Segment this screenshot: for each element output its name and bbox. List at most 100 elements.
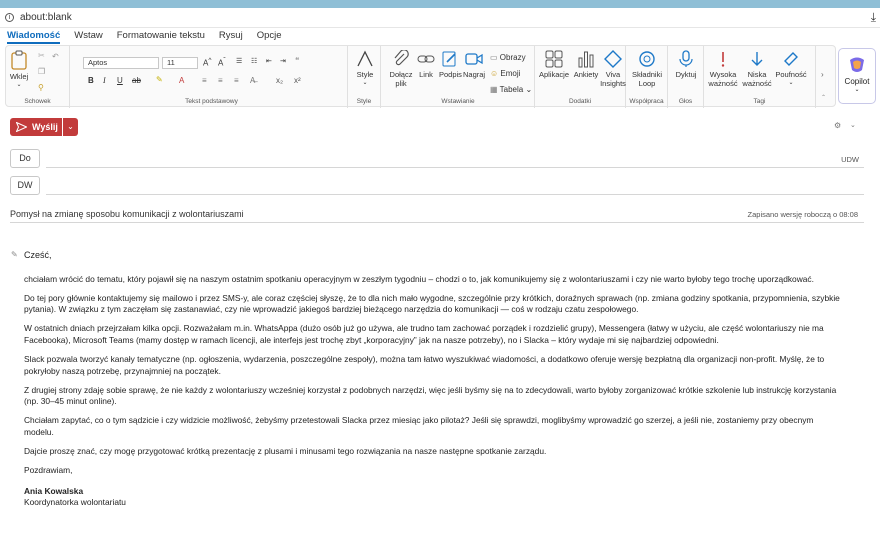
- to-input[interactable]: [46, 150, 826, 166]
- tab-rysuj[interactable]: Rysuj: [219, 28, 243, 44]
- quote-icon[interactable]: ❝: [295, 56, 299, 65]
- highlight-icon[interactable]: ✎: [156, 75, 163, 84]
- align-left-icon[interactable]: ≡: [202, 76, 207, 85]
- numbering-icon[interactable]: ☷: [251, 57, 257, 65]
- style-button[interactable]: Style ⌄: [351, 50, 379, 88]
- polls-label: Ankiety: [573, 70, 599, 79]
- table-label: Tabela: [499, 85, 524, 94]
- style-icon: [357, 50, 373, 67]
- paragraph-2: Do tej pory głównie kontaktujemy się mai…: [24, 292, 840, 315]
- indent-icon[interactable]: ⇥: [280, 57, 286, 65]
- paperclip-icon: [394, 50, 409, 66]
- window-titlebar: [0, 0, 880, 8]
- exclamation-icon: [721, 52, 725, 67]
- sensitivity-status-icon[interactable]: ⚙: [834, 121, 841, 130]
- clear-format-icon[interactable]: A̶: [250, 76, 255, 85]
- signature-role: Koordynatorka wolontariatu: [24, 497, 126, 508]
- font-color-icon[interactable]: A: [179, 76, 184, 85]
- viva-button[interactable]: Viva Insights: [600, 50, 626, 88]
- paste-label: Wklej: [9, 72, 29, 81]
- font-name-select[interactable]: Aptos: [83, 57, 159, 69]
- ribbon-collapse-icon[interactable]: ⌃: [821, 94, 826, 101]
- tab-opcje[interactable]: Opcje: [257, 28, 282, 44]
- shrink-font-icon[interactable]: Aˇ: [218, 57, 226, 68]
- link-label: Link: [419, 70, 433, 79]
- strikethrough-icon[interactable]: ab: [132, 76, 141, 85]
- loop-icon: [639, 51, 655, 67]
- ribbon: Wklej ⌄ ✂ ↶ ❐ ⚲ Schowek Aptos 11 A^ Aˇ ☰…: [5, 45, 836, 108]
- sensitivity-button[interactable]: Poufność ⌄: [774, 50, 808, 88]
- superscript-icon[interactable]: x²: [294, 76, 301, 85]
- record-button[interactable]: Nagraj: [463, 50, 485, 79]
- apps-button[interactable]: Aplikacje: [538, 50, 570, 79]
- chevron-down-icon[interactable]: ⌄: [850, 121, 856, 129]
- copilot-label: Copilot: [844, 77, 870, 86]
- ai-assist-icon[interactable]: ✎: [11, 250, 18, 259]
- chevron-down-icon: ⌄: [854, 87, 860, 93]
- link-button[interactable]: Link: [416, 50, 436, 79]
- bullets-icon[interactable]: ☰: [236, 57, 242, 65]
- outdent-icon[interactable]: ⇤: [266, 57, 272, 65]
- dictate-button[interactable]: Dyktuj: [672, 50, 700, 79]
- addins-group-label: Dodatki: [568, 98, 592, 105]
- font-size-select[interactable]: 11: [162, 57, 198, 69]
- align-center-icon[interactable]: ≡: [218, 76, 223, 85]
- viva-label: Viva: [605, 70, 621, 79]
- bold-icon[interactable]: B: [88, 76, 94, 85]
- table-button[interactable]: ▦ Tabela ⌄: [490, 85, 532, 94]
- bcc-button[interactable]: UDW: [841, 155, 859, 164]
- subject-input[interactable]: Pomysł na zmianę sposobu komunikacji z w…: [10, 209, 244, 219]
- copilot-icon: [850, 57, 864, 72]
- copy-icon[interactable]: ❐: [38, 67, 45, 76]
- send-options-button[interactable]: ⌄: [63, 118, 78, 136]
- align-right-icon[interactable]: ≡: [234, 76, 239, 85]
- cut-icon[interactable]: ✂: [38, 51, 45, 60]
- paste-button[interactable]: Wklej ⌄: [8, 50, 30, 90]
- group-style: Style ⌄ Style: [348, 46, 381, 108]
- link-icon: [417, 55, 435, 63]
- to-button[interactable]: Do: [10, 149, 40, 168]
- paste-icon: [11, 50, 27, 70]
- compose-window: i about:blank ⤓ Wiadomość Wstaw Formatow…: [0, 0, 880, 540]
- group-tags: Wysoka ważność Niska ważność Poufność ⌄ …: [704, 46, 816, 108]
- address-url[interactable]: about:blank: [20, 12, 72, 23]
- attach-button[interactable]: Dołącz plik: [388, 50, 414, 88]
- send-label: Wyślij: [32, 122, 58, 132]
- cc-button[interactable]: DW: [10, 176, 40, 195]
- collab-group-label: Współpraca: [629, 98, 664, 105]
- tab-wiadomosc[interactable]: Wiadomość: [7, 28, 61, 44]
- tab-wstaw[interactable]: Wstaw: [74, 28, 103, 44]
- images-label: Obrazy: [499, 53, 526, 62]
- copilot-button[interactable]: Copilot ⌄: [838, 48, 876, 104]
- emoji-button[interactable]: ☺ Emoji: [490, 69, 520, 78]
- tab-formatowanie[interactable]: Formatowanie tekstu: [117, 28, 205, 44]
- cc-input[interactable]: [46, 177, 856, 193]
- send-button[interactable]: Wyślij: [10, 118, 62, 136]
- message-body[interactable]: Cześć, chciałam wrócić do tematu, który …: [24, 250, 844, 509]
- download-icon[interactable]: ⤓: [871, 10, 876, 25]
- info-icon[interactable]: i: [5, 13, 14, 22]
- send-icon: [16, 122, 27, 132]
- arrow-down-icon: [751, 52, 763, 66]
- cc-field-underline: [46, 194, 864, 195]
- to-field-underline: [46, 167, 864, 168]
- images-button[interactable]: ▭ Obrazy: [490, 53, 526, 62]
- low-importance-button[interactable]: Niska ważność: [742, 50, 772, 88]
- polls-button[interactable]: Ankiety: [573, 50, 599, 79]
- chevron-down-icon: ⌄: [16, 82, 22, 88]
- ribbon-scroll-right-icon[interactable]: ›: [821, 70, 824, 79]
- paragraph-5: Z drugiej strony zdaję sobie sprawę, że …: [24, 384, 837, 407]
- high-importance-button[interactable]: Wysoka ważność: [708, 50, 738, 88]
- underline-icon[interactable]: U: [117, 76, 123, 85]
- grow-font-icon[interactable]: A^: [203, 57, 211, 68]
- clipboard-group-label: Schowek: [24, 98, 51, 105]
- format-painter-icon[interactable]: ⚲: [38, 83, 44, 92]
- italic-icon[interactable]: I: [103, 76, 106, 85]
- subscript-icon[interactable]: x₂: [276, 76, 283, 85]
- loop-button[interactable]: Składniki Loop: [629, 50, 665, 88]
- group-font: Aptos 11 A^ Aˇ ☰ ☷ ⇤ ⇥ ❝ B I U ab ✎ A ≡ …: [76, 46, 348, 108]
- paragraph-3: W ostatnich dniach przejrzałam kilka opc…: [24, 323, 824, 345]
- signature-button[interactable]: Podpis: [439, 50, 462, 79]
- sensitivity-icon: [784, 52, 798, 66]
- undo-icon[interactable]: ↶: [52, 52, 59, 61]
